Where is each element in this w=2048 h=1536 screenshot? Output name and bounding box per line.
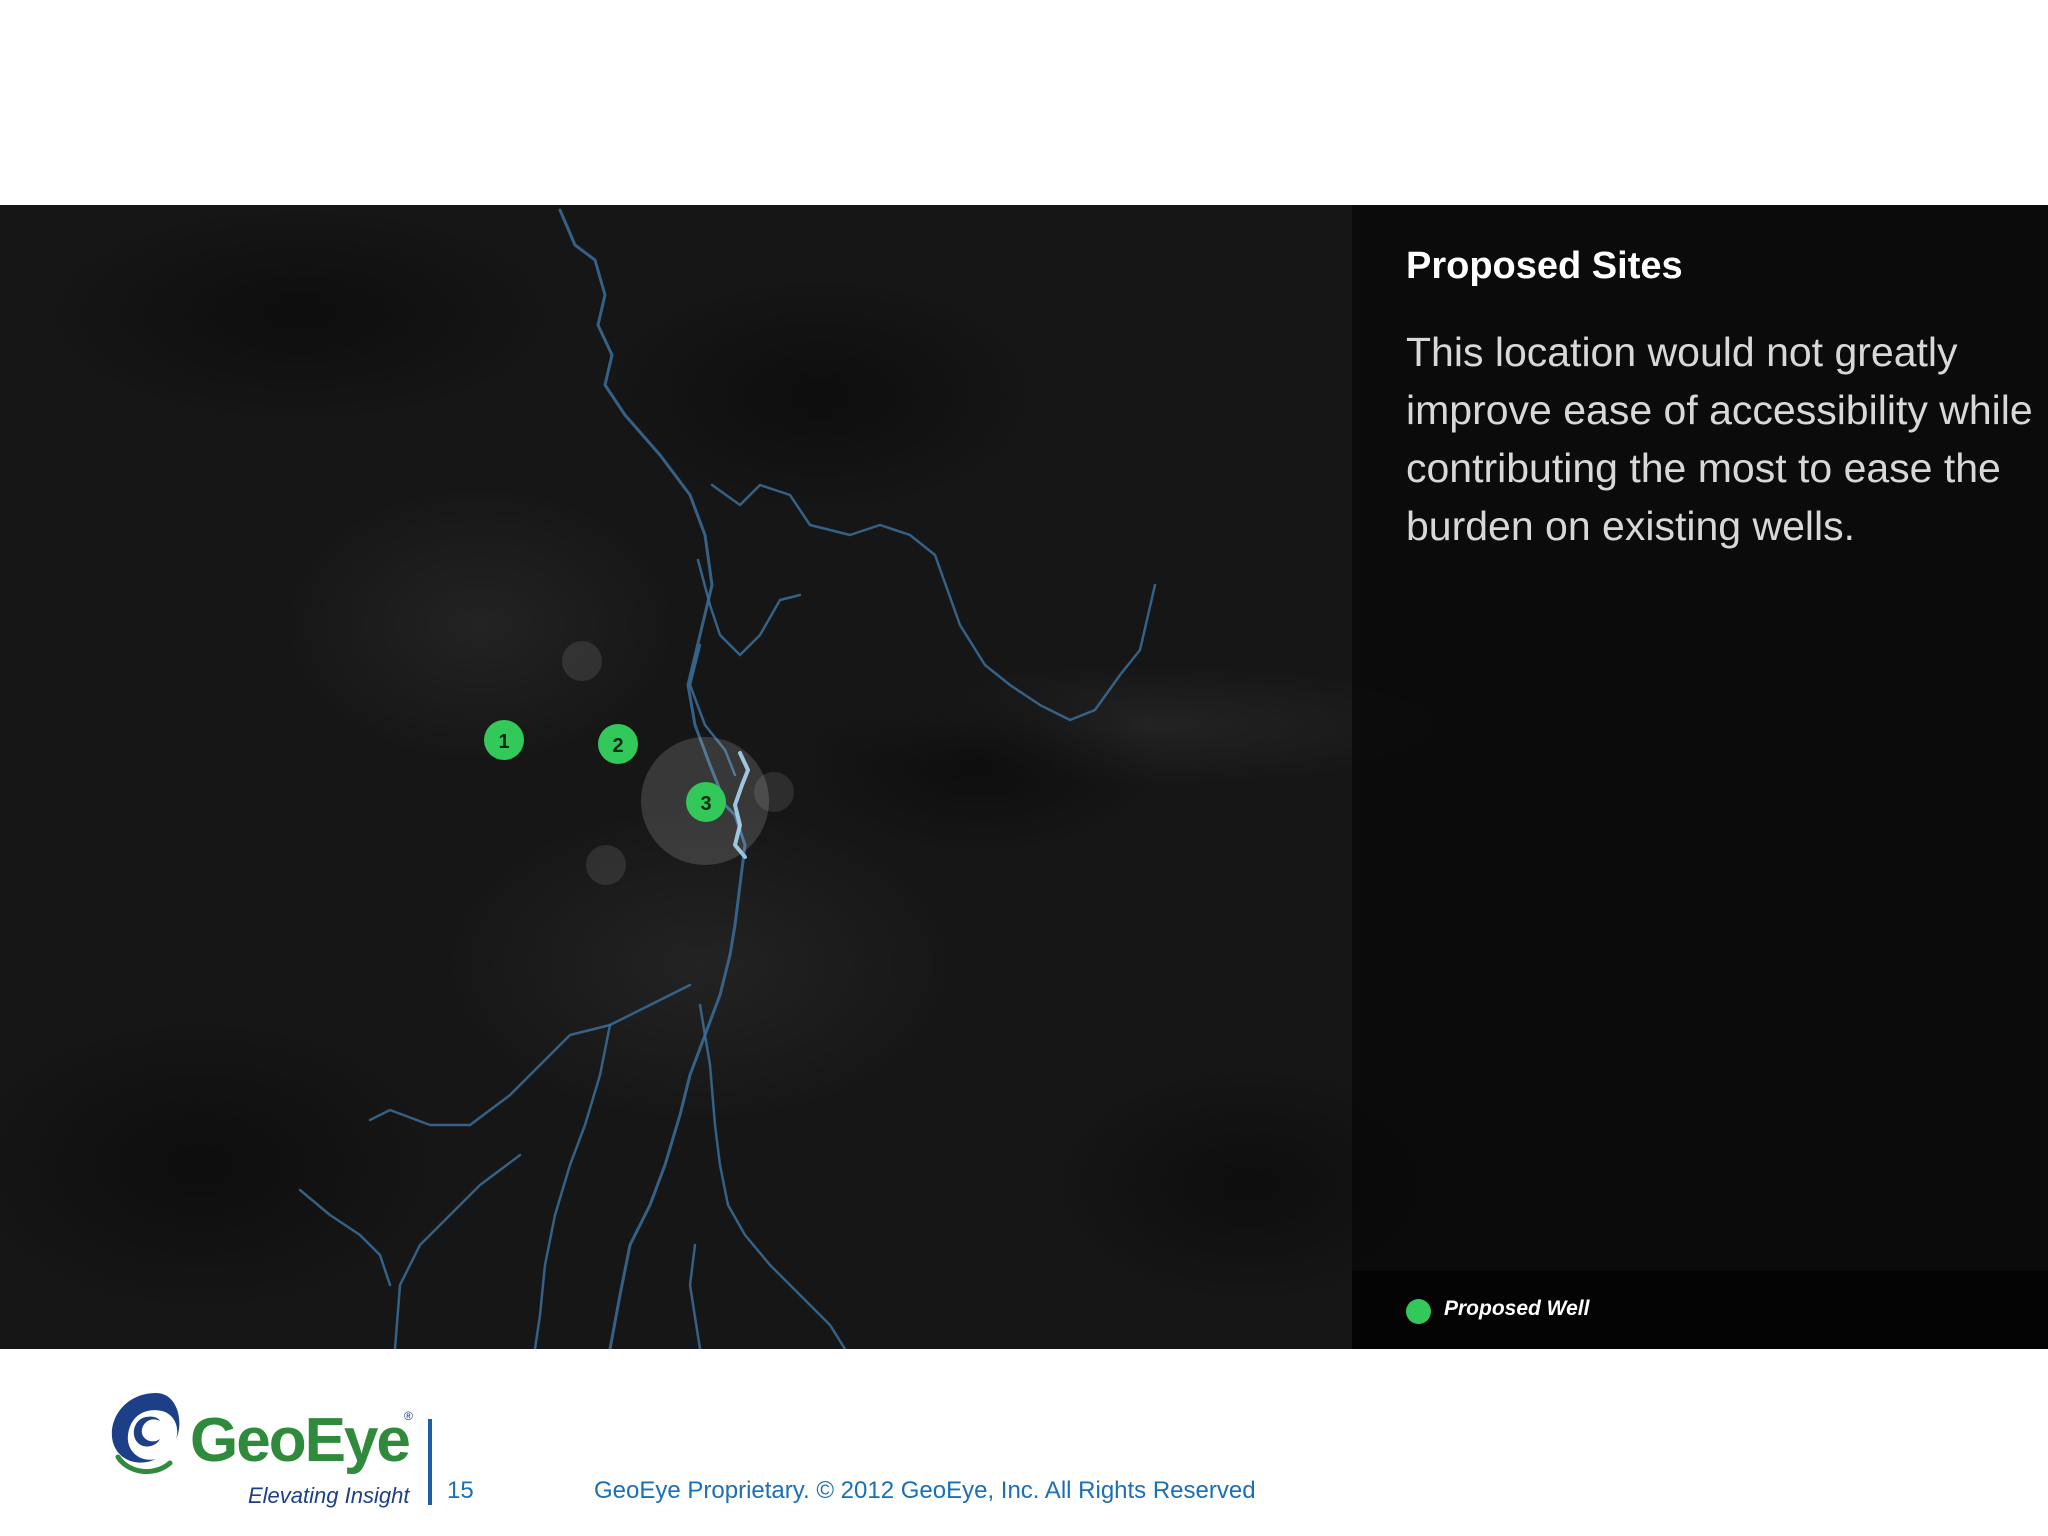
copyright-notice: GeoEye Proprietary. © 2012 GeoEye, Inc. … <box>594 1477 1256 1504</box>
registered-mark-icon: ® <box>404 1409 413 1423</box>
logo-wordmark: GeoEye <box>190 1406 411 1475</box>
river-tributary-north <box>696 558 802 657</box>
page-number: 15 <box>447 1477 474 1504</box>
info-panel: Proposed Sites This location would not g… <box>1352 205 2048 1349</box>
well-label: 3 <box>700 793 711 815</box>
well-label: 1 <box>498 731 509 753</box>
well-label: 2 <box>612 735 623 757</box>
footer-divider <box>428 1419 432 1505</box>
proposed-well-2[interactable]: 2 <box>598 724 638 764</box>
slide-footer: GeoEye ® Elevating Insight 15 GeoEye Pro… <box>0 1349 2048 1536</box>
panel-title: Proposed Sites <box>1406 245 1683 287</box>
proposed-well-swatch-icon <box>1406 1299 1431 1324</box>
logo-tagline: Elevating Insight <box>248 1483 410 1508</box>
company-logo: GeoEye ® Elevating Insight <box>104 1387 424 1508</box>
existing-well-faded <box>562 641 602 681</box>
map-legend: Proposed Well <box>1352 1271 2048 1349</box>
panel-description: This location would not greatly improve … <box>1406 329 2033 549</box>
proposed-well-1[interactable]: 1 <box>484 720 524 760</box>
satellite-map: 1 2 3 Proposed Sites This location would… <box>0 205 2048 1349</box>
proposed-well-3[interactable]: 3 <box>686 782 726 822</box>
river-south-4 <box>688 1243 702 1349</box>
legend-label: Proposed Well <box>1444 1297 1590 1320</box>
logo-eye-icon <box>111 1393 180 1475</box>
existing-well-faded <box>586 845 626 885</box>
